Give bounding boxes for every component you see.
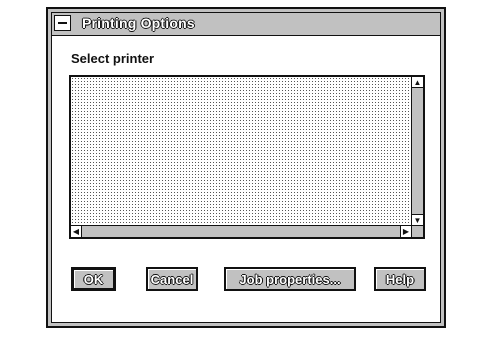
scroll-right-icon[interactable]: ▶ <box>400 226 411 237</box>
system-menu-icon[interactable] <box>54 15 71 31</box>
printer-listbox[interactable]: ▲ ▼ ◀ ▶ <box>69 75 425 239</box>
scroll-up-icon[interactable]: ▲ <box>412 77 423 88</box>
printing-options-dialog: Printing Options Select printer ▲ ▼ ◀ ▶ … <box>46 7 446 328</box>
job-properties-button[interactable]: Job properties... <box>224 267 356 291</box>
select-printer-label: Select printer <box>71 51 155 66</box>
vertical-scrollbar[interactable]: ▲ ▼ <box>411 77 423 225</box>
dialog-title: Printing Options <box>82 15 195 31</box>
scrollbar-corner <box>411 225 423 237</box>
help-button[interactable]: Help <box>374 267 426 291</box>
printer-list-area[interactable] <box>71 77 411 225</box>
title-bar[interactable]: Printing Options <box>52 13 440 36</box>
dialog-client-area: Printing Options Select printer ▲ ▼ ◀ ▶ … <box>51 12 441 323</box>
horizontal-scrollbar[interactable]: ◀ ▶ <box>71 225 411 237</box>
scroll-left-icon[interactable]: ◀ <box>71 226 82 237</box>
scroll-down-icon[interactable]: ▼ <box>412 214 423 225</box>
cancel-button[interactable]: Cancel <box>146 267 198 291</box>
ok-button[interactable]: OK <box>71 267 116 291</box>
